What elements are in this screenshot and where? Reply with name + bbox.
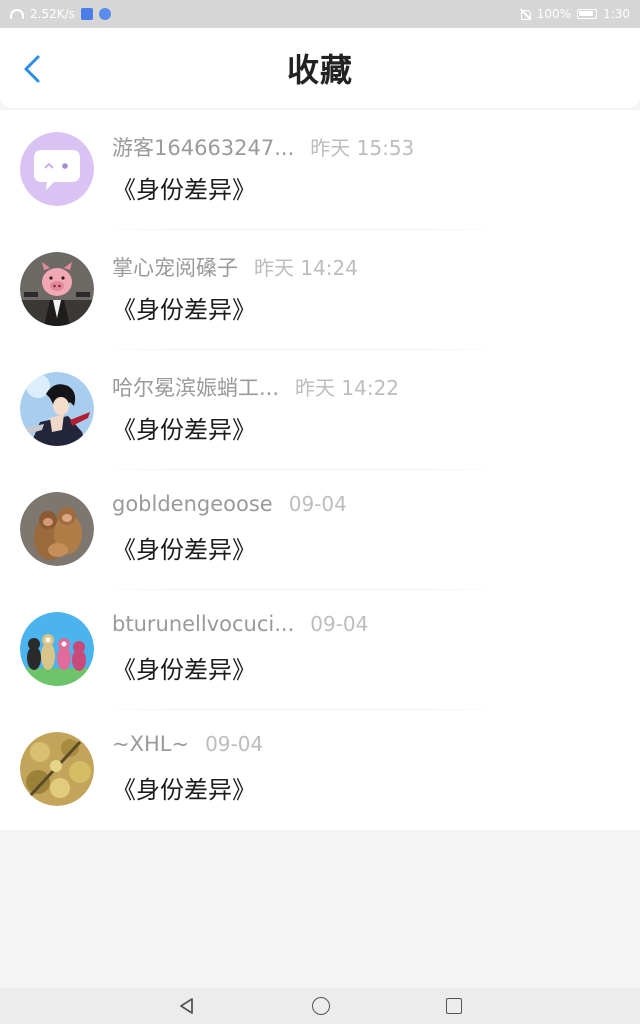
list-item[interactable]: 掌心宠阅磉子 昨天 14:24 《身份差异》	[0, 230, 640, 350]
app-notification-icon	[98, 8, 111, 20]
username[interactable]: 游客164663247...	[112, 132, 294, 162]
nav-recent-apps-button[interactable]	[446, 998, 462, 1014]
timestamp: 09-04	[310, 612, 369, 636]
avatar[interactable]	[20, 492, 94, 566]
timestamp: 09-04	[288, 492, 347, 516]
timestamp: 昨天 14:22	[295, 376, 400, 400]
page-title: 收藏	[286, 51, 353, 89]
meta-row: gobldengeoose 09-04	[112, 492, 347, 526]
book-title[interactable]: 《身份差异》	[112, 410, 399, 445]
meta-row: 游客164663247... 昨天 15:53	[112, 132, 414, 166]
timestamp: 昨天 15:53	[310, 136, 415, 160]
item-content: 哈尔冕滨娠蛸工... 昨天 14:22 《身份差异》	[112, 372, 399, 445]
meta-row: bturunellvocuci... 09-04	[112, 612, 368, 646]
username[interactable]: 哈尔冕滨娠蛸工...	[112, 372, 279, 402]
item-content: 游客164663247... 昨天 15:53 《身份差异》	[112, 132, 414, 205]
list-item[interactable]: gobldengeoose 09-04 《身份差异》	[0, 470, 640, 590]
nav-home-button[interactable]	[312, 997, 330, 1015]
username[interactable]: gobldengeoose	[112, 492, 273, 516]
mute-bell-icon	[519, 8, 531, 20]
timestamp: 09-04	[205, 732, 264, 756]
username[interactable]: bturunellvocuci...	[112, 612, 294, 636]
status-bar-left: 2.52K/s	[10, 7, 519, 21]
back-button[interactable]	[18, 54, 48, 84]
username[interactable]: ~XHL~	[112, 732, 189, 756]
item-content: gobldengeoose 09-04 《身份差异》	[112, 492, 347, 565]
clock: 1:30	[603, 7, 630, 21]
timestamp: 昨天 14:24	[254, 256, 358, 280]
item-content: ~XHL~ 09-04 《身份差异》	[112, 732, 263, 805]
favorites-list: 游客164663247... 昨天 15:53 《身份差异》 掌心宠阅磉子 昨天…	[0, 110, 640, 830]
status-bar-right: 100% 1:30	[519, 7, 630, 21]
item-content: 掌心宠阅磉子 昨天 14:24 《身份差异》	[112, 252, 358, 325]
meta-row: 哈尔冕滨娠蛸工... 昨天 14:22	[112, 372, 399, 406]
avatar[interactable]	[20, 612, 94, 686]
list-item[interactable]: 哈尔冕滨娠蛸工... 昨天 14:22 《身份差异》	[0, 350, 640, 470]
book-title[interactable]: 《身份差异》	[112, 530, 347, 565]
status-bar: 2.52K/s 100% 1:30	[0, 0, 640, 28]
item-content: bturunellvocuci... 09-04 《身份差异》	[112, 612, 368, 685]
avatar[interactable]	[20, 732, 94, 806]
meta-row: 掌心宠阅磉子 昨天 14:24	[112, 252, 358, 286]
network-speed: 2.52K/s	[30, 7, 75, 21]
meta-row: ~XHL~ 09-04	[112, 732, 263, 766]
book-title[interactable]: 《身份差异》	[112, 650, 368, 685]
battery-icon	[577, 9, 598, 19]
avatar[interactable]	[20, 372, 94, 446]
list-item[interactable]: 游客164663247... 昨天 15:53 《身份差异》	[0, 110, 640, 230]
battery-percent: 100%	[536, 7, 572, 21]
avatar[interactable]	[20, 132, 94, 206]
nav-back-button[interactable]	[178, 997, 196, 1015]
page-header: 收藏	[0, 28, 640, 108]
app-notification-icon	[80, 8, 93, 20]
pig-suit-avatar-icon	[20, 252, 94, 326]
list-item[interactable]: ~XHL~ 09-04 《身份差异》	[0, 710, 640, 830]
monkeys-avatar-icon	[20, 492, 94, 566]
wifi-icon	[10, 9, 24, 19]
book-title[interactable]: 《身份差异》	[112, 290, 358, 325]
system-navigation-bar	[0, 988, 640, 1024]
chat-bubble-avatar-icon	[20, 132, 94, 206]
autumn-leaves-avatar-icon	[20, 732, 94, 806]
cartoon-group-avatar-icon	[20, 612, 94, 686]
chevron-left-icon	[24, 55, 40, 83]
triangle-back-icon	[180, 998, 193, 1014]
book-title[interactable]: 《身份差异》	[112, 170, 414, 205]
anime-character-avatar-icon	[20, 372, 94, 446]
username[interactable]: 掌心宠阅磉子	[112, 252, 238, 282]
list-item[interactable]: bturunellvocuci... 09-04 《身份差异》	[0, 590, 640, 710]
avatar[interactable]	[20, 252, 94, 326]
book-title[interactable]: 《身份差异》	[112, 770, 263, 805]
